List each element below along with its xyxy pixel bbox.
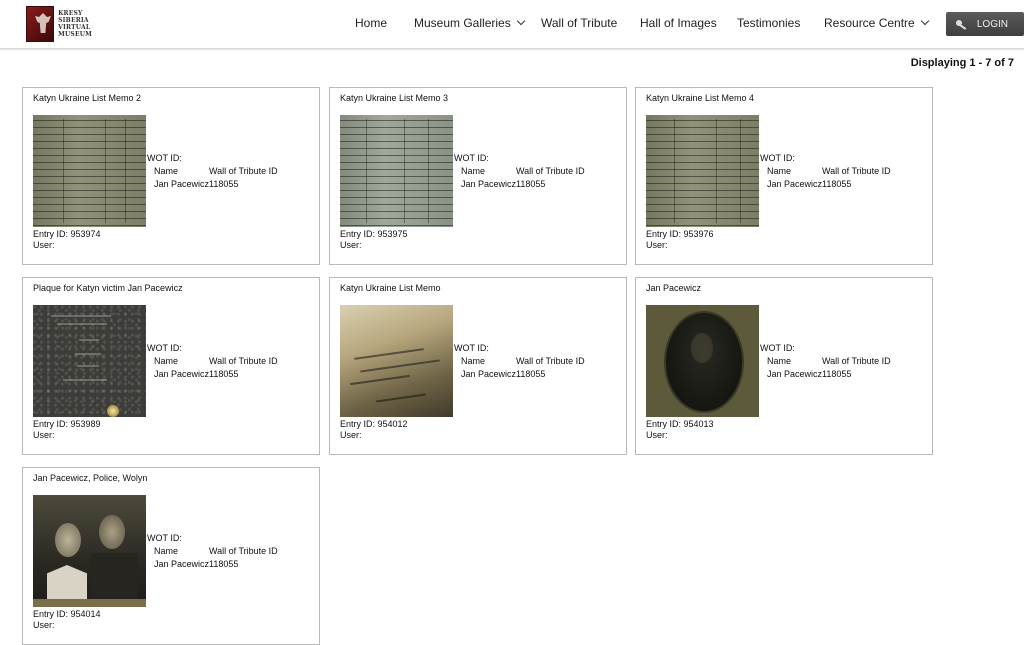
wot-name-link[interactable]: Jan Pacewicz [767,368,822,381]
entry-card[interactable]: Plaque for Katyn victim Jan Pacewicz WOT… [22,277,320,455]
wot-id-value: 118055 [516,369,546,379]
document-list-image[interactable] [646,115,759,227]
logo-text: KRESY SIBERIA VIRTUAL MUSEUM [58,10,92,38]
nav-resource-centre[interactable]: Resource Centre [824,16,929,30]
wot-name-link[interactable]: Jan Pacewicz [154,178,209,191]
key-icon [956,19,967,30]
chevron-down-icon [516,16,525,26]
results-count: Displaying 1 - 7 of 7 [910,57,1014,69]
card-title[interactable]: Plaque for Katyn victim Jan Pacewicz [33,283,183,293]
document-list-image[interactable] [340,115,453,227]
wot-id-value: 118055 [209,369,239,379]
eagle-emblem-icon [26,6,55,42]
nav-wall-of-tribute[interactable]: Wall of Tribute [541,16,617,30]
nav-home[interactable]: Home [355,16,387,30]
wot-name-link[interactable]: Jan Pacewicz [461,368,516,381]
memo-photo-image[interactable] [340,305,453,417]
site-logo[interactable]: KRESY SIBERIA VIRTUAL MUSEUM [26,6,92,42]
entry-card[interactable]: Katyn Ukraine List Memo WOT ID: Name Wal… [329,277,627,455]
wot-name-link[interactable]: Jan Pacewicz [154,368,209,381]
entry-meta: Entry ID: 954013 User: [646,419,714,440]
document-list-image[interactable] [33,115,146,227]
portrait-image[interactable] [646,305,759,417]
card-title[interactable]: Katyn Ukraine List Memo 4 [646,93,754,103]
wot-name-link[interactable]: Jan Pacewicz [767,178,822,191]
card-title[interactable]: Jan Pacewicz, Police, Wolyn [33,473,147,483]
entry-meta: Entry ID: 953976 User: [646,229,714,250]
entry-card[interactable]: Jan Pacewicz WOT ID: Name Wall of Tribut… [635,277,933,455]
wot-name-link[interactable]: Jan Pacewicz [154,558,209,571]
card-title[interactable]: Katyn Ukraine List Memo 3 [340,93,448,103]
entry-card[interactable]: Katyn Ukraine List Memo 4 WOT ID: Name W… [635,87,933,265]
nav-hall-of-images[interactable]: Hall of Images [640,16,717,30]
two-men-photo-image[interactable] [33,495,146,607]
login-button[interactable]: LOGIN [946,12,1024,36]
entry-meta: Entry ID: 953975 User: [340,229,408,250]
wot-id-value: 118055 [822,179,852,189]
entry-meta: Entry ID: 954012 User: [340,419,408,440]
card-title[interactable]: Jan Pacewicz [646,283,701,293]
wot-name-link[interactable]: Jan Pacewicz [461,178,516,191]
chevron-down-icon [920,16,929,26]
nav-testimonies[interactable]: Testimonies [737,16,800,30]
wot-id-value: 118055 [209,179,239,189]
wot-id-value: 118055 [516,179,546,189]
entry-card[interactable]: Jan Pacewicz, Police, Wolyn WOT ID: Name… [22,467,320,645]
site-header: KRESY SIBERIA VIRTUAL MUSEUM Home Museum… [0,0,1024,49]
wot-id-value: 118055 [209,559,239,569]
nav-museum-galleries[interactable]: Museum Galleries [414,16,525,30]
wot-id-value: 118055 [822,369,852,379]
card-title[interactable]: Katyn Ukraine List Memo [340,283,441,293]
entry-meta: Entry ID: 953974 User: [33,229,101,250]
card-title[interactable]: Katyn Ukraine List Memo 2 [33,93,141,103]
entry-card[interactable]: Katyn Ukraine List Memo 3 WOT ID: Name W… [329,87,627,265]
entry-card[interactable]: Katyn Ukraine List Memo 2 WOT ID: Name W… [22,87,320,265]
entry-meta: Entry ID: 953989 User: [33,419,101,440]
plaque-image[interactable] [33,305,146,417]
entry-meta: Entry ID: 954014 User: [33,609,101,630]
